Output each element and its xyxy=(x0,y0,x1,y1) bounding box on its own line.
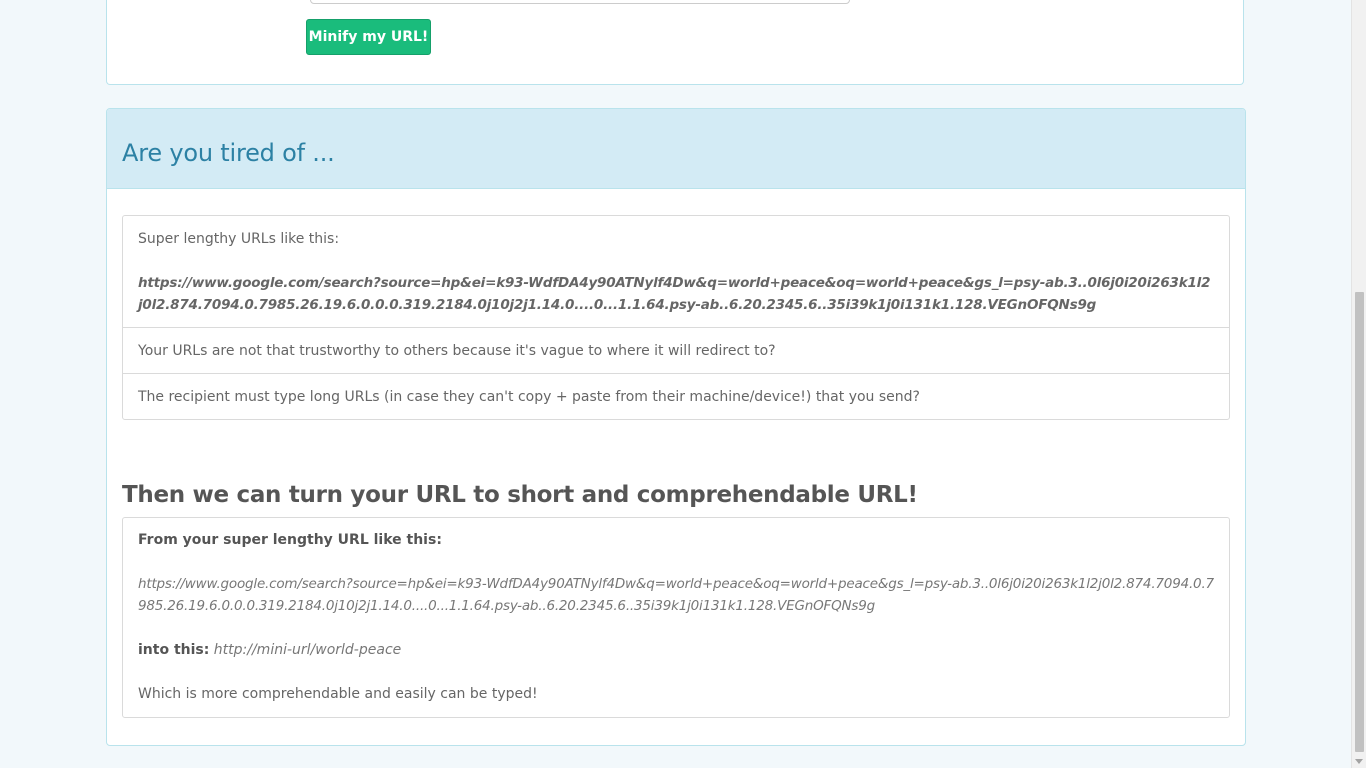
url-form-card xyxy=(106,0,1244,85)
into-line: into this: http://mini-url/world-peace xyxy=(138,639,1214,661)
solution-heading: Then we can turn your URL to short and c… xyxy=(122,482,918,508)
url-input[interactable] xyxy=(310,0,850,4)
lengthy-url-example: https://www.google.com/search?source=hp&… xyxy=(138,275,1211,313)
scrollbar-thumb[interactable] xyxy=(1355,292,1364,752)
list-item: The recipient must type long URLs (in ca… xyxy=(123,373,1229,419)
list-item: Super lengthy URLs like this: https://ww… xyxy=(123,216,1229,327)
from-url: https://www.google.com/search?source=hp&… xyxy=(138,576,1214,614)
page-viewport: Minify my URL! Are you tired of ... Supe… xyxy=(0,0,1366,768)
minify-button[interactable]: Minify my URL! xyxy=(306,19,431,55)
closing-text: Which is more comprehendable and easily … xyxy=(138,686,538,702)
panel-body: Super lengthy URLs like this: https://ww… xyxy=(107,189,1245,718)
panel-heading: Are you tired of ... xyxy=(107,109,1245,189)
panel-title: Are you tired of ... xyxy=(122,139,335,167)
into-label: into this: xyxy=(138,642,210,658)
list-item: Your URLs are not that trustworthy to ot… xyxy=(123,327,1229,373)
from-label: From your super lengthy URL like this: xyxy=(138,532,442,548)
short-url: http://mini-url/world-peace xyxy=(213,642,402,658)
info-panel: Are you tired of ... Super lengthy URLs … xyxy=(106,108,1246,746)
problem-list: Super lengthy URLs like this: https://ww… xyxy=(122,215,1230,420)
solution-example: From your super lengthy URL like this: h… xyxy=(122,517,1230,718)
problem-lengthy-text: Super lengthy URLs like this: xyxy=(138,231,340,247)
scroll-down-arrow-icon[interactable] xyxy=(1355,759,1363,764)
page-scrollbar[interactable] xyxy=(1351,0,1366,768)
